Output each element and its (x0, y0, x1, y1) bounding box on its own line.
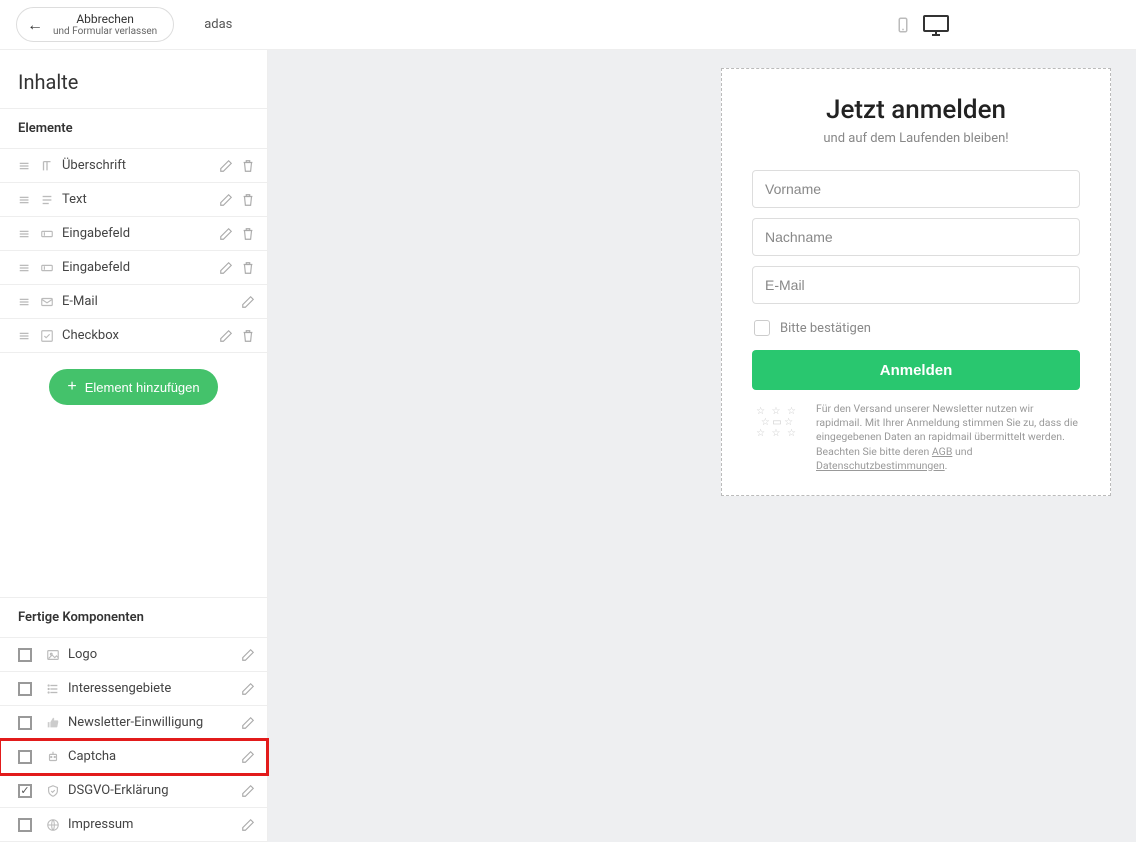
component-checkbox[interactable] (18, 682, 32, 696)
legal-text: Für den Versand unserer Newsletter nutze… (816, 402, 1080, 473)
arrow-left-icon: ← (27, 17, 43, 33)
edit-icon[interactable] (241, 750, 255, 764)
component-label: Captcha (64, 749, 241, 764)
device-desktop-button[interactable] (922, 14, 950, 36)
element-label: Text (58, 192, 219, 207)
element-label: Checkbox (58, 328, 219, 343)
drag-handle-icon[interactable] (18, 227, 36, 241)
component-checkbox[interactable] (18, 818, 32, 832)
lastname-input[interactable] (752, 218, 1080, 256)
element-row[interactable]: Eingabefeld (0, 251, 267, 285)
device-mobile-button[interactable] (894, 16, 912, 34)
edit-icon[interactable] (241, 295, 255, 309)
email-input[interactable] (752, 266, 1080, 304)
edit-icon[interactable] (241, 648, 255, 662)
components-header: Fertige Komponenten (0, 597, 267, 638)
edit-icon[interactable] (219, 261, 233, 275)
delete-icon[interactable] (241, 227, 255, 241)
element-row[interactable]: Überschrift (0, 149, 267, 183)
cancel-label: Abbrechen (76, 12, 134, 26)
component-label: Logo (64, 647, 241, 662)
eu-badge-icon: ☆ ☆ ☆ ☆ ▭ ☆ ☆ ☆ ☆ (752, 402, 802, 442)
drag-handle-icon[interactable] (18, 329, 36, 343)
input-icon (36, 227, 58, 241)
legal-link-privacy[interactable]: Datenschutzbestimmungen (816, 459, 945, 472)
component-row[interactable]: DSGVO-Erklärung (0, 774, 267, 808)
drag-handle-icon[interactable] (18, 193, 36, 207)
heading-icon (36, 159, 58, 173)
firstname-input[interactable] (752, 170, 1080, 208)
form-name: adas (204, 17, 232, 32)
element-row[interactable]: Text (0, 183, 267, 217)
component-checkbox[interactable] (18, 716, 32, 730)
component-label: DSGVO-Erklärung (64, 783, 241, 798)
confirm-checkbox[interactable] (754, 320, 770, 336)
drag-handle-icon[interactable] (18, 159, 36, 173)
delete-icon[interactable] (241, 159, 255, 173)
component-checkbox[interactable] (18, 750, 32, 764)
robot-icon (42, 750, 64, 764)
preview-subtitle: und auf dem Laufenden bleiben! (752, 131, 1080, 146)
edit-icon[interactable] (219, 227, 233, 241)
edit-icon[interactable] (241, 818, 255, 832)
input-icon (36, 261, 58, 275)
sidebar-title: Inhalte (0, 50, 267, 108)
sidebar: Inhalte Elemente Überschrift Text Eingabef… (0, 50, 268, 842)
submit-button[interactable]: Anmelden (752, 350, 1080, 390)
element-label: Eingabefeld (58, 226, 219, 241)
edit-icon[interactable] (241, 716, 255, 730)
components-list: Logo Interessengebiete Newsletter-Einwilli… (0, 638, 267, 842)
image-icon (42, 648, 64, 662)
component-label: Interessengebiete (64, 681, 241, 696)
component-row[interactable]: Impressum (0, 808, 267, 842)
component-row[interactable]: Logo (0, 638, 267, 672)
delete-icon[interactable] (241, 329, 255, 343)
edit-icon[interactable] (241, 784, 255, 798)
confirm-row[interactable]: Bitte bestätigen (752, 314, 1080, 350)
drag-handle-icon[interactable] (18, 261, 36, 275)
shield-icon (42, 784, 64, 798)
legal-link-agb[interactable]: AGB (932, 445, 953, 458)
elements-list: Überschrift Text Eingabefeld Eingabefeld E-M… (0, 149, 267, 353)
component-checkbox[interactable] (18, 784, 32, 798)
elements-header: Elemente (0, 108, 267, 149)
element-label: Überschrift (58, 158, 219, 173)
drag-handle-icon[interactable] (18, 295, 36, 309)
component-label: Impressum (64, 817, 241, 832)
component-row[interactable]: Captcha (0, 740, 267, 774)
component-label: Newsletter-Einwilligung (64, 715, 241, 730)
edit-icon[interactable] (219, 329, 233, 343)
email-icon (36, 295, 58, 309)
edit-icon[interactable] (241, 682, 255, 696)
preview-title: Jetzt anmelden (752, 95, 1080, 125)
add-element-button[interactable]: + Element hinzufügen (49, 369, 217, 405)
list-icon (42, 682, 64, 696)
preview-canvas: Jetzt anmelden und auf dem Laufenden ble… (268, 50, 1136, 842)
plus-icon: + (67, 379, 76, 395)
globe-icon (42, 818, 64, 832)
checkbox-icon (36, 329, 58, 343)
delete-icon[interactable] (241, 261, 255, 275)
element-row[interactable]: Checkbox (0, 319, 267, 353)
component-row[interactable]: Newsletter-Einwilligung (0, 706, 267, 740)
form-preview: Jetzt anmelden und auf dem Laufenden ble… (721, 68, 1111, 496)
edit-icon[interactable] (219, 193, 233, 207)
thumb-icon (42, 716, 64, 730)
edit-icon[interactable] (219, 159, 233, 173)
component-checkbox[interactable] (18, 648, 32, 662)
text-icon (36, 193, 58, 207)
element-row[interactable]: E-Mail (0, 285, 267, 319)
element-row[interactable]: Eingabefeld (0, 217, 267, 251)
component-row[interactable]: Interessengebiete (0, 672, 267, 706)
element-label: E-Mail (58, 294, 241, 309)
confirm-label: Bitte bestätigen (780, 321, 871, 336)
cancel-button[interactable]: ← Abbrechen und Formular verlassen (16, 7, 174, 42)
cancel-sublabel: und Formular verlassen (53, 26, 157, 37)
device-switch (894, 14, 950, 36)
element-label: Eingabefeld (58, 260, 219, 275)
delete-icon[interactable] (241, 193, 255, 207)
add-element-label: Element hinzufügen (85, 380, 200, 395)
top-bar: ← Abbrechen und Formular verlassen adas (0, 0, 1136, 50)
